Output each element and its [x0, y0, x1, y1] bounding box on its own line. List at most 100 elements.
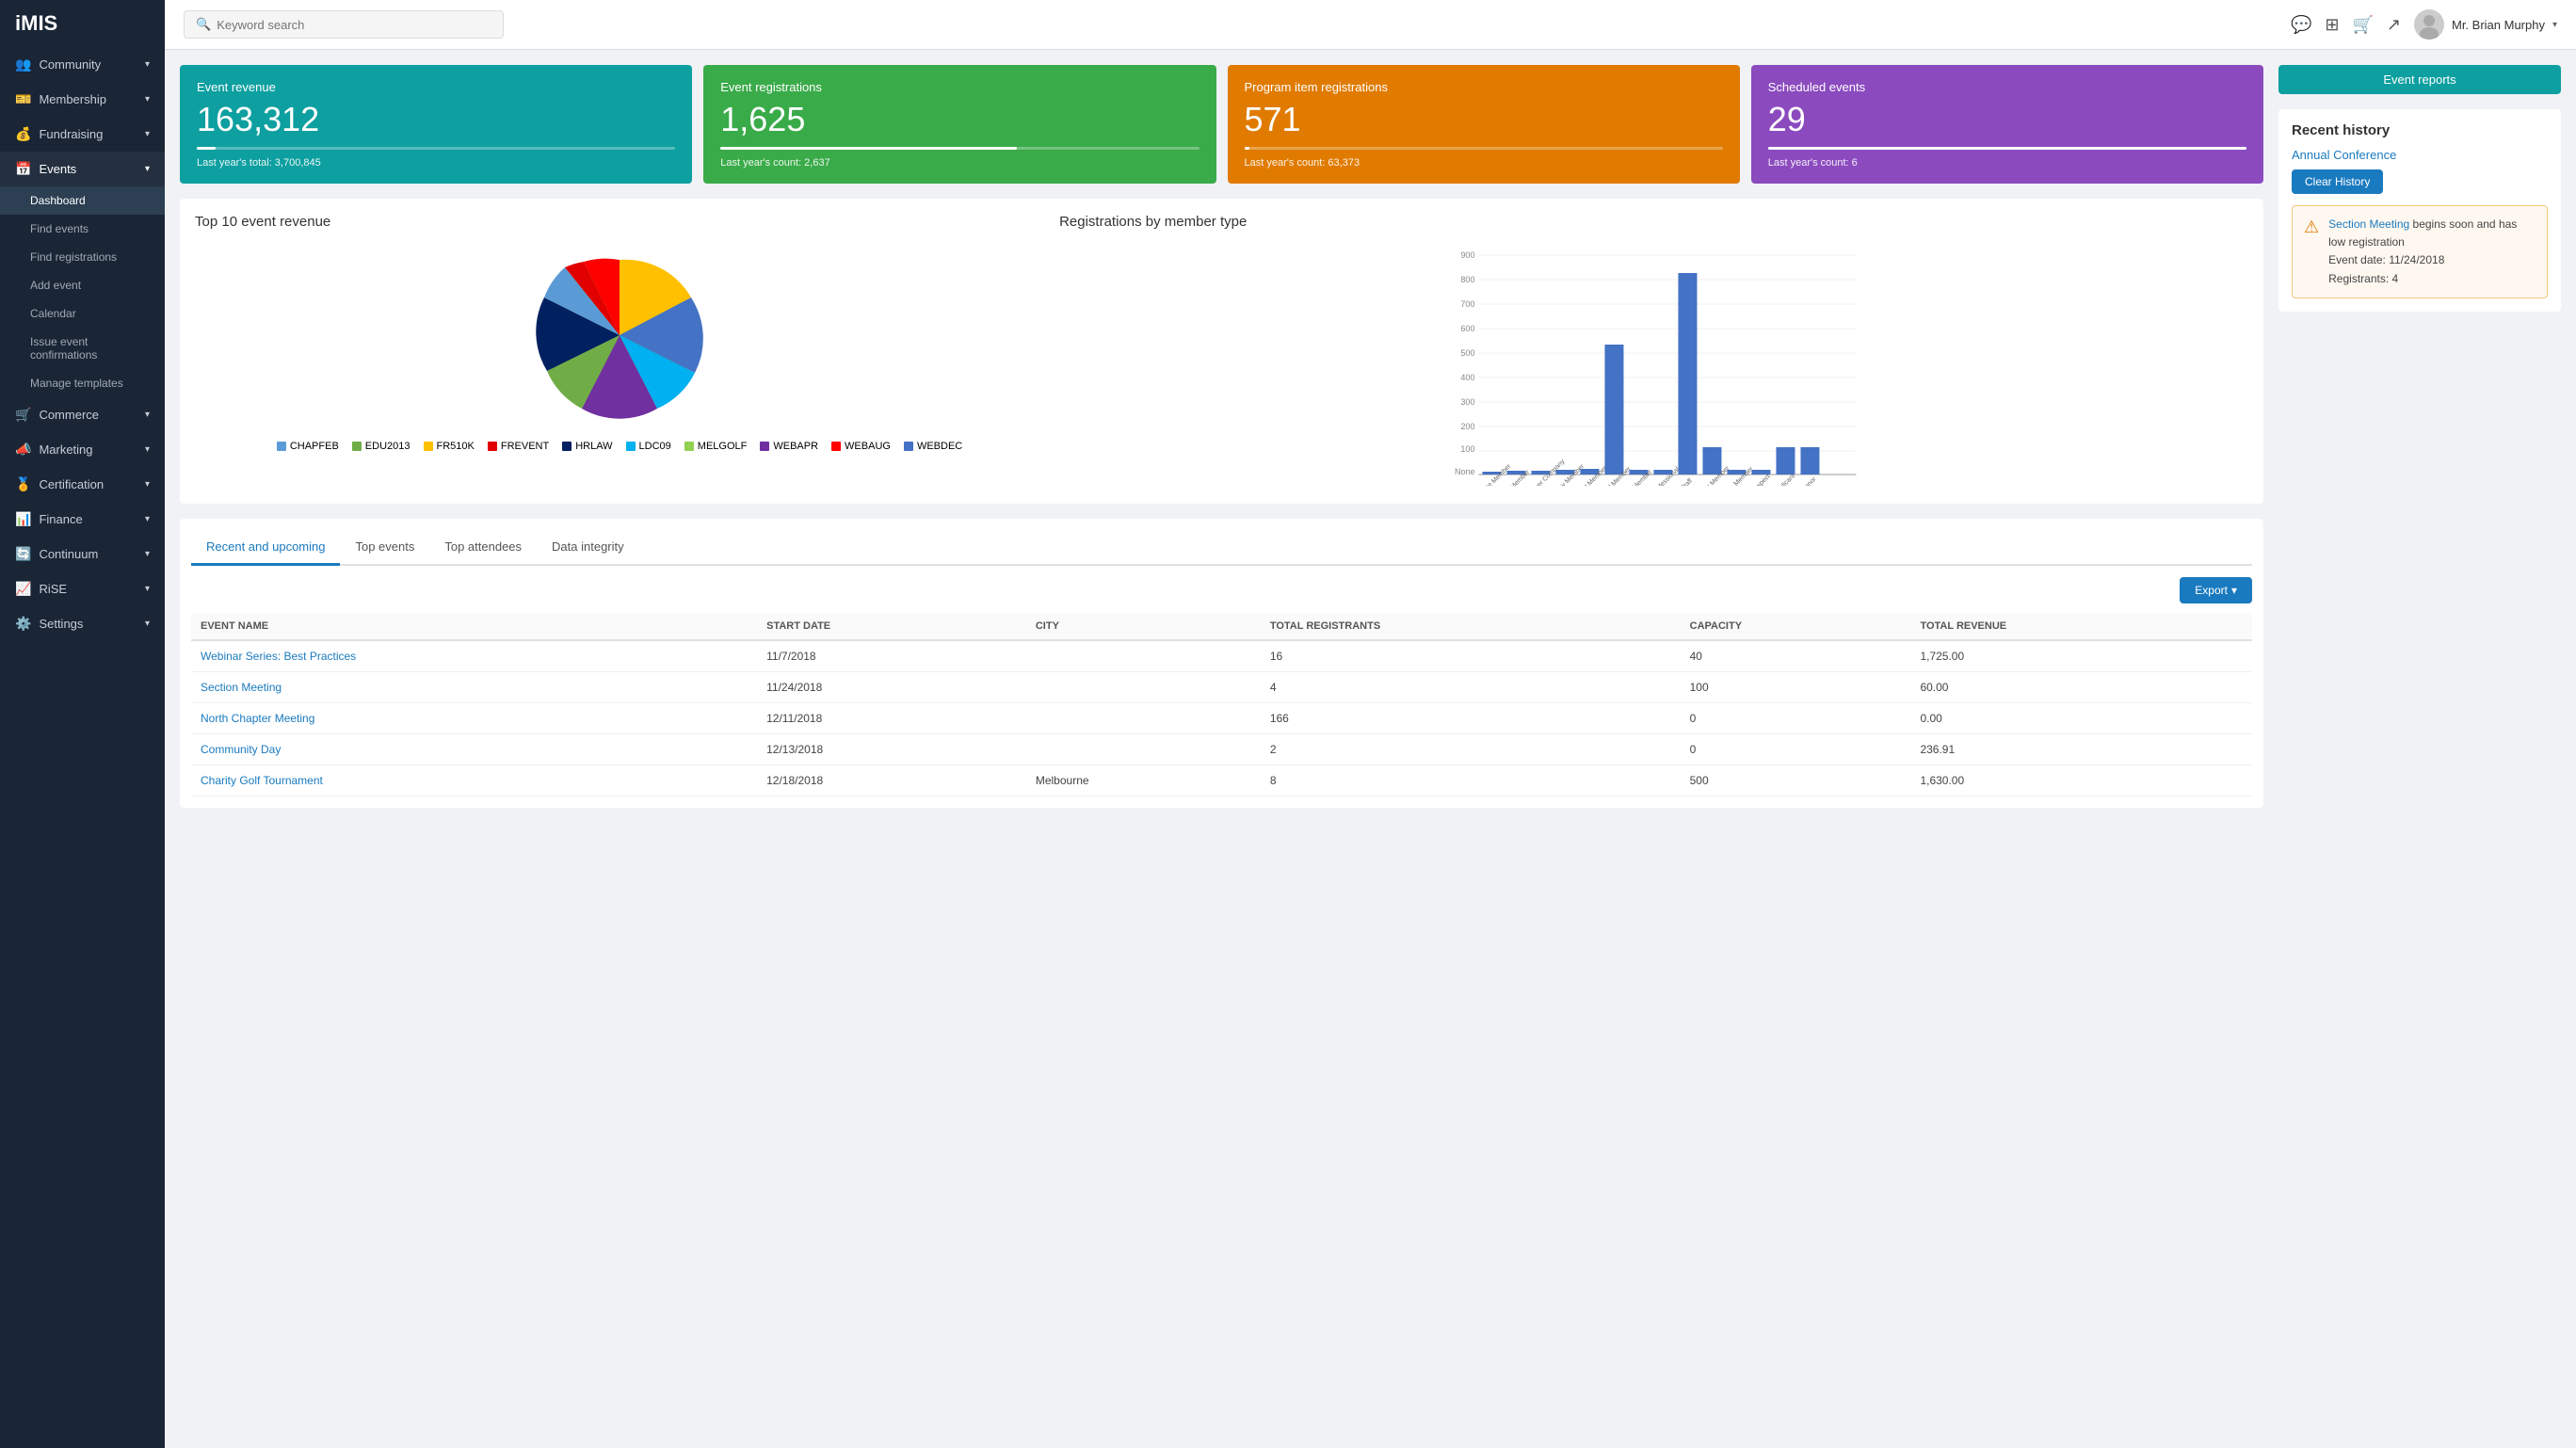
- start-date-cell: 12/11/2018: [757, 703, 1026, 734]
- avatar: [2414, 9, 2444, 40]
- registrants-cell: 2: [1261, 734, 1681, 765]
- capacity-cell: 100: [1681, 672, 1911, 703]
- stat-subtitle: Last year's count: 6: [1768, 157, 2246, 169]
- sub-nav-issue-event-confirmations[interactable]: Issue event confirmations: [0, 328, 165, 369]
- capacity-cell: 500: [1681, 765, 1911, 796]
- sub-nav-manage-templates[interactable]: Manage templates: [0, 369, 165, 397]
- revenue-cell: 1,630.00: [1910, 765, 2252, 796]
- sidebar-item-finance[interactable]: 📊Finance ▾: [0, 502, 165, 537]
- logo-text: iMIS: [15, 11, 57, 36]
- event-name-cell[interactable]: North Chapter Meeting: [191, 703, 757, 734]
- user-menu[interactable]: Mr. Brian Murphy ▾: [2414, 9, 2557, 40]
- header: 🔍 💬 ⊞ 🛒 ↗ Mr. Brian Murphy ▾: [165, 0, 2576, 50]
- stat-title: Program item registrations: [1245, 80, 1723, 94]
- stat-card-event-revenue: Event revenue 163,312 Last year's total:…: [180, 65, 692, 184]
- sidebar-item-certification[interactable]: 🏅Certification ▾: [0, 467, 165, 502]
- table-section: Recent and upcoming Top events Top atten…: [180, 519, 2263, 808]
- event-name-cell[interactable]: Section Meeting: [191, 672, 757, 703]
- stat-title: Event registrations: [720, 80, 1199, 94]
- event-name-cell[interactable]: Community Day: [191, 734, 757, 765]
- city-cell: [1026, 640, 1261, 672]
- alert-registrants-label: Registrants:: [2328, 272, 2389, 285]
- tab-top-events[interactable]: Top events: [340, 530, 429, 566]
- sidebar-item-fundraising[interactable]: 💰Fundraising ▾: [0, 117, 165, 152]
- bar-chart-title: Registrations by member type: [1059, 214, 2248, 230]
- logo: iMIS: [0, 0, 165, 47]
- content-left: Event revenue 163,312 Last year's total:…: [180, 65, 2263, 1433]
- tab-top-attendees[interactable]: Top attendees: [429, 530, 537, 566]
- sidebar-item-marketing[interactable]: 📣Marketing ▾: [0, 432, 165, 467]
- revenue-cell: 60.00: [1910, 672, 2252, 703]
- table-row: Community Day 12/13/2018 2 0 236.91: [191, 734, 2252, 765]
- sidebar-item-membership[interactable]: 🎫Membership ▾: [0, 82, 165, 117]
- capacity-cell: 0: [1681, 703, 1911, 734]
- alert-event-date-label: Event date:: [2328, 253, 2386, 266]
- revenue-cell: 1,725.00: [1910, 640, 2252, 672]
- stats-row: Event revenue 163,312 Last year's total:…: [180, 65, 2263, 184]
- revenue-cell: 0.00: [1910, 703, 2252, 734]
- user-name: Mr. Brian Murphy: [2452, 18, 2545, 32]
- section-meeting-link[interactable]: Section Meeting: [2328, 217, 2409, 231]
- sub-nav-calendar[interactable]: Calendar: [0, 299, 165, 328]
- svg-text:800: 800: [1461, 275, 1475, 284]
- sidebar-item-community[interactable]: 👥Community ▾: [0, 47, 165, 82]
- start-date-cell: 12/13/2018: [757, 734, 1026, 765]
- stat-subtitle: Last year's total: 3,700,845: [197, 157, 675, 169]
- sidebar: iMIS 👥Community ▾ 🎫Membership ▾ 💰Fundrai…: [0, 0, 165, 1448]
- sub-nav-find-registrations[interactable]: Find registrations: [0, 243, 165, 271]
- registrants-cell: 16: [1261, 640, 1681, 672]
- tab-data-integrity[interactable]: Data integrity: [537, 530, 639, 566]
- table-row: North Chapter Meeting 12/11/2018 166 0 0…: [191, 703, 2252, 734]
- sidebar-item-rise[interactable]: 📈RiSE ▾: [0, 571, 165, 606]
- grid-icon[interactable]: ⊞: [2325, 15, 2339, 35]
- svg-text:100: 100: [1461, 444, 1475, 454]
- warning-icon: ⚠: [2304, 217, 2319, 288]
- pie-chart-title: Top 10 event revenue: [195, 214, 1044, 230]
- city-cell: [1026, 672, 1261, 703]
- svg-text:300: 300: [1461, 397, 1475, 407]
- sub-nav-find-events[interactable]: Find events: [0, 215, 165, 243]
- city-cell: [1026, 734, 1261, 765]
- stat-title: Event revenue: [197, 80, 675, 94]
- city-cell: [1026, 703, 1261, 734]
- city-cell: Melbourne: [1026, 765, 1261, 796]
- svg-text:Donor: Donor: [1800, 475, 1818, 486]
- sidebar-item-settings[interactable]: ⚙️Settings ▾: [0, 606, 165, 641]
- svg-text:None: None: [1455, 467, 1475, 476]
- export-button[interactable]: Export ▾: [2180, 577, 2252, 603]
- registrants-cell: 8: [1261, 765, 1681, 796]
- alert-registrants: 4: [2392, 272, 2399, 285]
- event-name-cell[interactable]: Charity Golf Tournament: [191, 765, 757, 796]
- sidebar-item-commerce[interactable]: 🛒Commerce ▾: [0, 397, 165, 432]
- sub-nav-dashboard[interactable]: Dashboard: [0, 186, 165, 215]
- svg-text:700: 700: [1461, 299, 1475, 309]
- start-date-cell: 12/18/2018: [757, 765, 1026, 796]
- external-link-icon[interactable]: ↗: [2387, 15, 2401, 35]
- event-reports-button[interactable]: Event reports: [2278, 65, 2561, 94]
- table-actions: Export ▾: [191, 577, 2252, 603]
- user-chevron-icon: ▾: [2552, 20, 2557, 30]
- registrants-cell: 166: [1261, 703, 1681, 734]
- capacity-cell: 40: [1681, 640, 1911, 672]
- sidebar-item-events[interactable]: 📅Events ▾: [0, 152, 165, 186]
- stat-value: 1,625: [720, 100, 1199, 139]
- event-name-cell[interactable]: Webinar Series: Best Practices: [191, 640, 757, 672]
- alert-box: ⚠ Section Meeting begins soon and has lo…: [2292, 205, 2548, 298]
- alert-content: Section Meeting begins soon and has low …: [2328, 216, 2536, 288]
- search-container[interactable]: 🔍: [184, 10, 504, 39]
- capacity-cell: 0: [1681, 734, 1911, 765]
- search-input[interactable]: [217, 18, 491, 32]
- tabs-bar: Recent and upcoming Top events Top atten…: [191, 530, 2252, 566]
- events-table: Event Name Start Date City Total Registr…: [191, 613, 2252, 796]
- col-total-registrants: Total Registrants: [1261, 613, 1681, 640]
- svg-text:400: 400: [1461, 373, 1475, 382]
- table-row: Charity Golf Tournament 12/18/2018 Melbo…: [191, 765, 2252, 796]
- sidebar-item-continuum[interactable]: 🔄Continuum ▾: [0, 537, 165, 571]
- annual-conference-link[interactable]: Annual Conference: [2292, 148, 2548, 162]
- help-icon[interactable]: 💬: [2291, 15, 2311, 35]
- sub-nav-add-event[interactable]: Add event: [0, 271, 165, 299]
- bar-chart-section: Registrations by member type 900 800 700…: [1059, 214, 2248, 489]
- clear-history-button[interactable]: Clear History: [2292, 169, 2383, 194]
- cart-icon[interactable]: 🛒: [2352, 15, 2373, 35]
- tab-recent-upcoming[interactable]: Recent and upcoming: [191, 530, 340, 566]
